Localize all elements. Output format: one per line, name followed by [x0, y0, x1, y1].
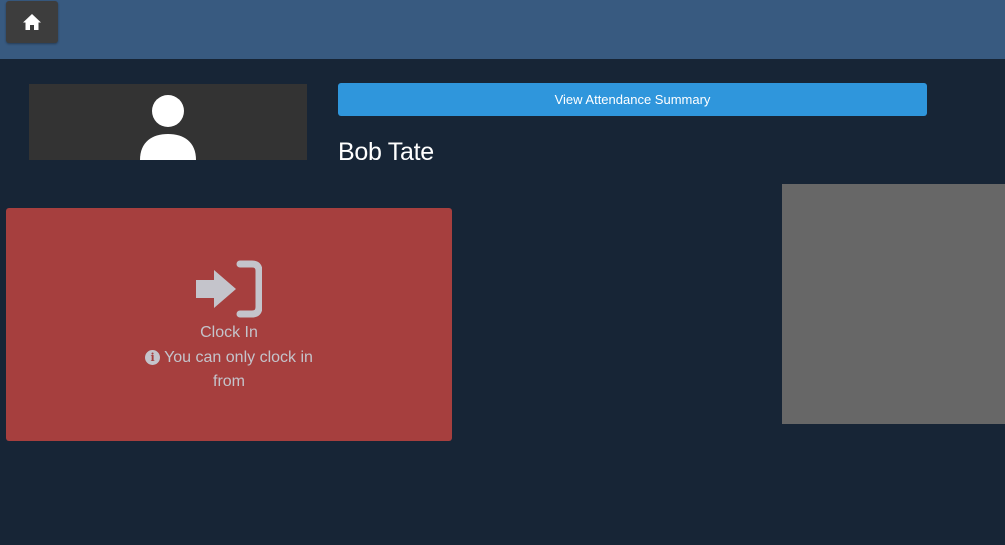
- clock-in-card[interactable]: Clock In i You can only clock in from: [6, 208, 452, 441]
- sign-in-icon: [196, 260, 262, 318]
- clock-in-note: i You can only clock in from: [136, 346, 322, 394]
- avatar: [29, 84, 307, 160]
- view-attendance-summary-label: View Attendance Summary: [554, 92, 711, 107]
- info-circle-icon: i: [145, 350, 161, 365]
- home-icon: [23, 14, 41, 30]
- employee-name: Bob Tate: [338, 138, 434, 166]
- home-button[interactable]: [6, 1, 58, 43]
- top-bar: [0, 0, 1005, 59]
- map-placeholder-panel: [782, 184, 1005, 424]
- clock-in-title: Clock In: [200, 324, 258, 341]
- view-attendance-summary-button[interactable]: View Attendance Summary: [338, 83, 927, 116]
- clock-in-note-text: You can only clock in from: [164, 349, 313, 390]
- user-icon: [140, 95, 196, 160]
